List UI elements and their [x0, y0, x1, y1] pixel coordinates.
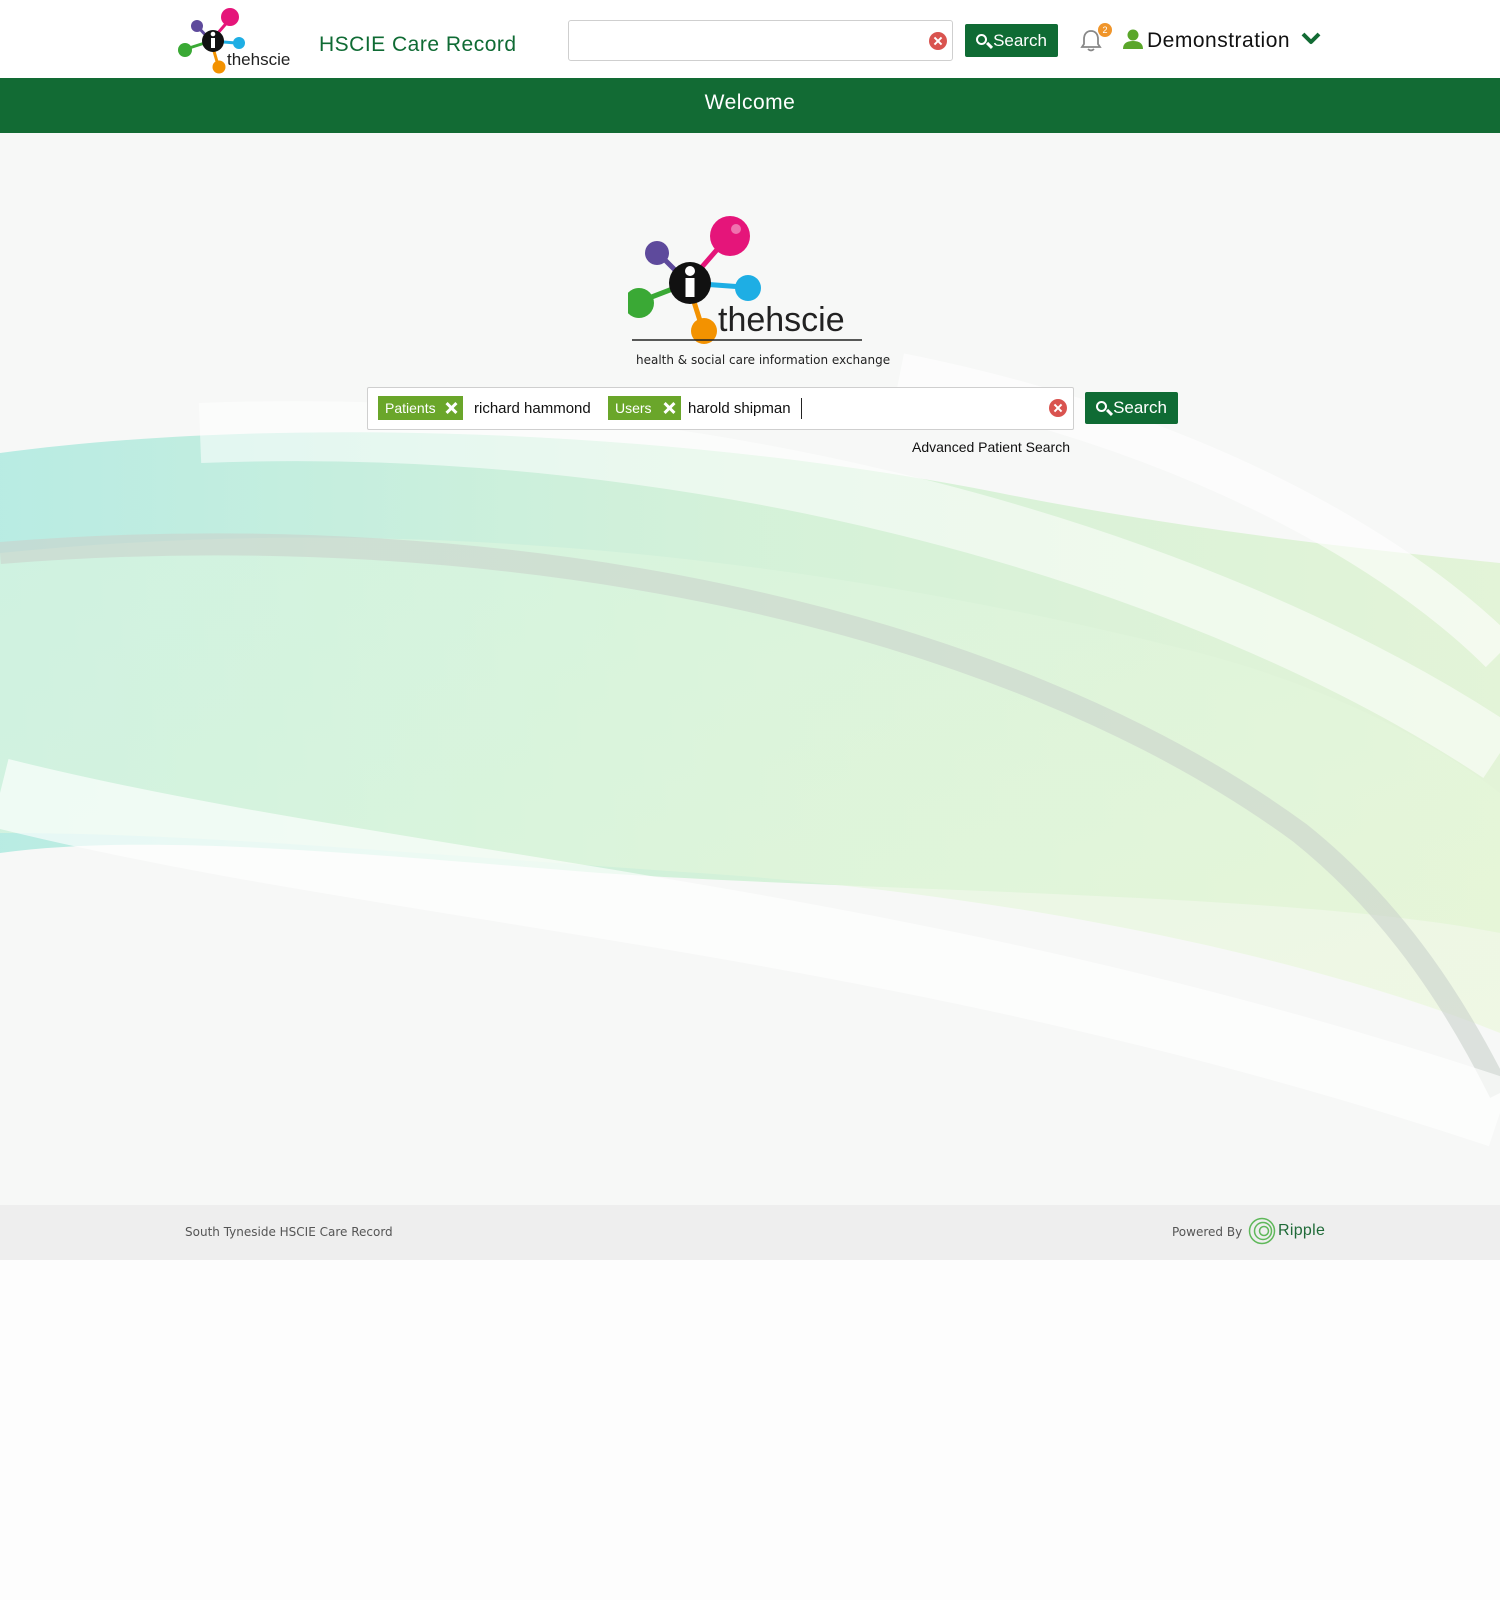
header-search-button[interactable]: Search	[965, 24, 1058, 57]
app-title: HSCIE Care Record	[319, 33, 517, 56]
page-footer: South Tyneside HSCIE Care Record Powered…	[0, 1205, 1500, 1260]
top-header: thehscie HSCIE Care Record Search 2 Demo…	[0, 0, 1500, 78]
user-menu-name[interactable]: Demonstration	[1147, 29, 1290, 53]
logo-tagline: health & social care information exchang…	[636, 353, 891, 367]
text-caret	[801, 398, 802, 419]
header-search-button-label: Search	[993, 30, 1047, 50]
search-icon	[976, 33, 988, 45]
hscie-main-logo: thehscie	[628, 216, 862, 344]
notification-badge: 2	[1098, 23, 1112, 37]
remove-tag-icon[interactable]	[663, 402, 675, 414]
chevron-down-icon[interactable]	[1301, 30, 1321, 46]
search-term: harold shipman	[688, 400, 791, 417]
hscie-logo-text: thehscie	[227, 50, 290, 69]
remove-tag-icon[interactable]	[445, 402, 457, 414]
footer-site-name: South Tyneside HSCIE Care Record	[185, 1225, 393, 1239]
main-logo-text: thehscie	[718, 301, 845, 339]
banner-title: Welcome	[704, 91, 796, 114]
advanced-patient-search-link[interactable]: Advanced Patient Search	[912, 439, 1070, 455]
filter-tag-patients: Patients	[378, 396, 463, 420]
main-content: thehscie health & social care informatio…	[0, 133, 1500, 1205]
header-search-box	[568, 20, 953, 61]
patient-search-box[interactable]: Patients richard hammond Users harold sh…	[367, 387, 1074, 430]
patient-search-button-label: Search	[1113, 398, 1167, 417]
powered-by-label: Powered By	[1172, 1225, 1243, 1239]
ripple-logo-icon[interactable]	[1248, 1217, 1276, 1245]
filter-tag-users: Users	[608, 396, 681, 420]
filter-tag-label: Patients	[385, 400, 436, 416]
ripple-brand[interactable]: Ripple	[1278, 1222, 1325, 1240]
header-search-input[interactable]	[577, 27, 911, 57]
hscie-logo[interactable]: thehscie	[178, 5, 300, 75]
clear-icon[interactable]	[1049, 399, 1067, 417]
patient-search-button[interactable]: Search	[1085, 392, 1178, 424]
search-term: richard hammond	[474, 400, 591, 417]
search-icon	[1096, 401, 1108, 412]
user-icon	[1123, 29, 1143, 49]
filter-tag-label: Users	[615, 400, 652, 416]
clear-icon[interactable]	[929, 32, 947, 50]
welcome-banner: Welcome	[0, 78, 1500, 133]
